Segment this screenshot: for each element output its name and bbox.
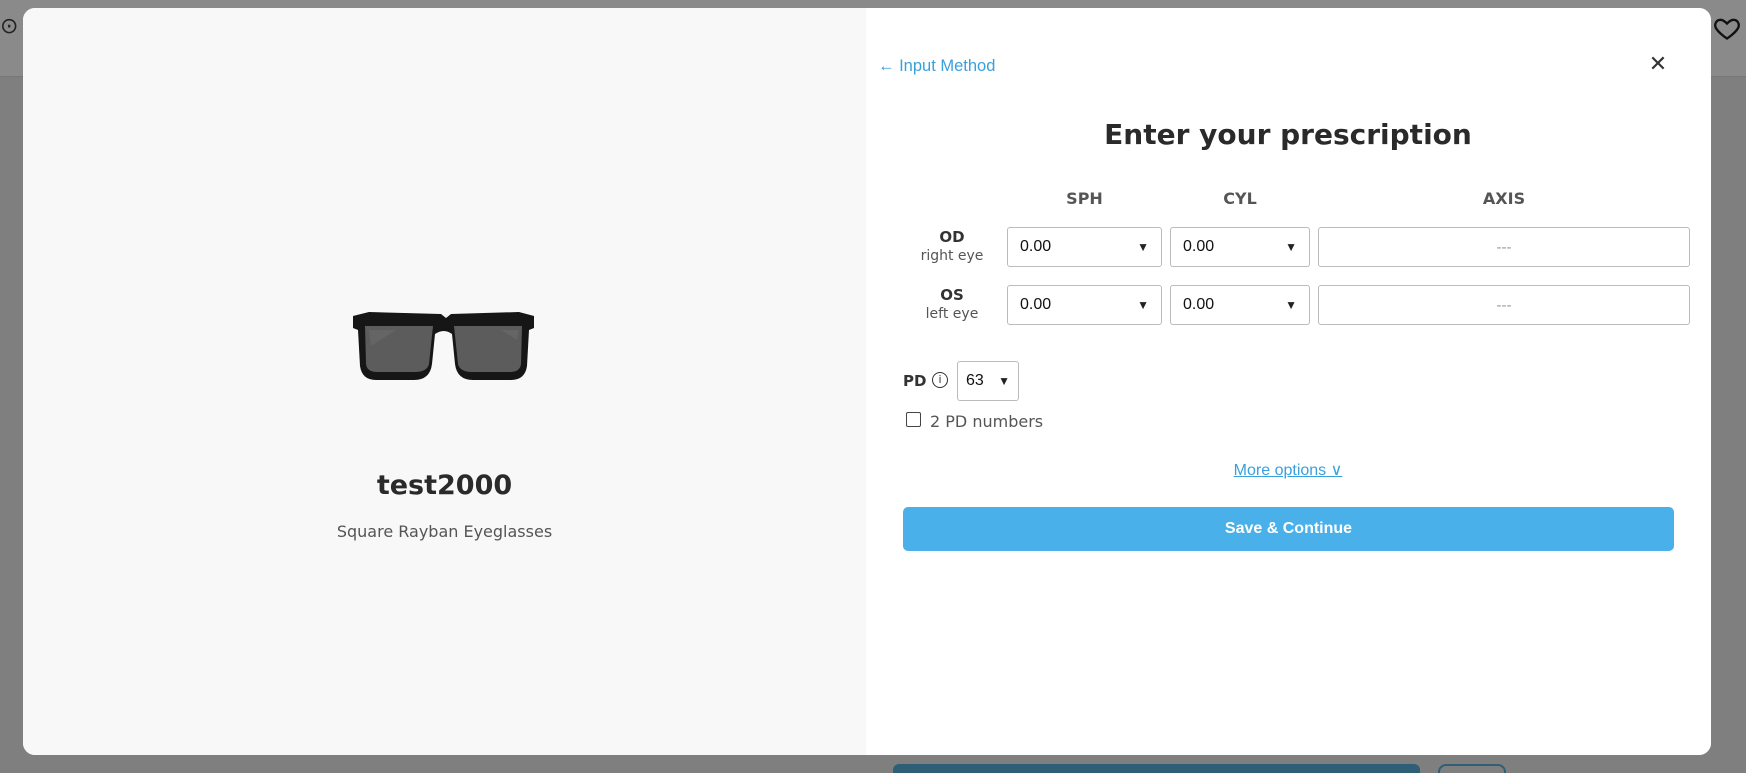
os-sph-select[interactable]: 0.00 ▼ [1007, 285, 1162, 325]
os-axis-input[interactable] [1318, 285, 1690, 325]
column-header-cyl: CYL [1223, 189, 1257, 208]
chevron-down-icon: ▼ [998, 374, 1010, 388]
two-pd-checkbox[interactable] [906, 412, 921, 427]
os-cyl-value: 0.00 [1183, 296, 1215, 313]
background-logo: ⊙ [0, 14, 19, 39]
background-button [1438, 764, 1506, 773]
od-sph-value: 0.00 [1020, 238, 1052, 255]
product-preview-pane: test2000 Square Rayban Eyeglasses [23, 8, 866, 755]
od-cyl-select[interactable]: 0.00 ▼ [1170, 227, 1310, 267]
pd-value: 63 [966, 372, 984, 389]
chevron-down-icon: ▼ [1137, 298, 1149, 312]
eyeglasses-image [353, 312, 534, 380]
back-to-input-method-link[interactable]: ← Input Method [878, 57, 995, 76]
column-header-sph: SPH [1066, 189, 1103, 208]
info-icon[interactable]: i [932, 372, 948, 388]
column-header-axis: AXIS [1482, 189, 1526, 208]
product-subtitle: Square Rayban Eyeglasses [336, 522, 553, 541]
pd-select[interactable]: 63 ▼ [957, 361, 1019, 401]
close-icon[interactable]: ✕ [1645, 52, 1671, 78]
save-continue-button[interactable]: Save & Continue [903, 507, 1674, 551]
od-row-label: OD right eye [901, 228, 1003, 264]
od-sublabel: right eye [920, 248, 984, 264]
od-cyl-value: 0.00 [1183, 238, 1215, 255]
os-cyl-select[interactable]: 0.00 ▼ [1170, 285, 1310, 325]
os-row-label: OS left eye [901, 286, 1003, 322]
chevron-down-icon: ▼ [1285, 298, 1297, 312]
two-pd-label: 2 PD numbers [930, 412, 1044, 431]
chevron-down-icon: ▼ [1137, 240, 1149, 254]
pd-label: PD [903, 372, 927, 390]
od-axis-input[interactable] [1318, 227, 1690, 267]
more-options-link[interactable]: More options ∨ [1050, 460, 1526, 480]
product-name: test2000 [376, 470, 513, 501]
background-cart-bar [893, 764, 1420, 773]
os-sph-value: 0.00 [1020, 296, 1052, 313]
heart-icon [1714, 18, 1740, 40]
os-sublabel: left eye [925, 306, 979, 322]
chevron-down-icon: ▼ [1285, 240, 1297, 254]
page-title: Enter your prescription [1104, 118, 1472, 151]
os-label: OS [940, 286, 964, 304]
od-label: OD [939, 228, 965, 246]
od-sph-select[interactable]: 0.00 ▼ [1007, 227, 1162, 267]
